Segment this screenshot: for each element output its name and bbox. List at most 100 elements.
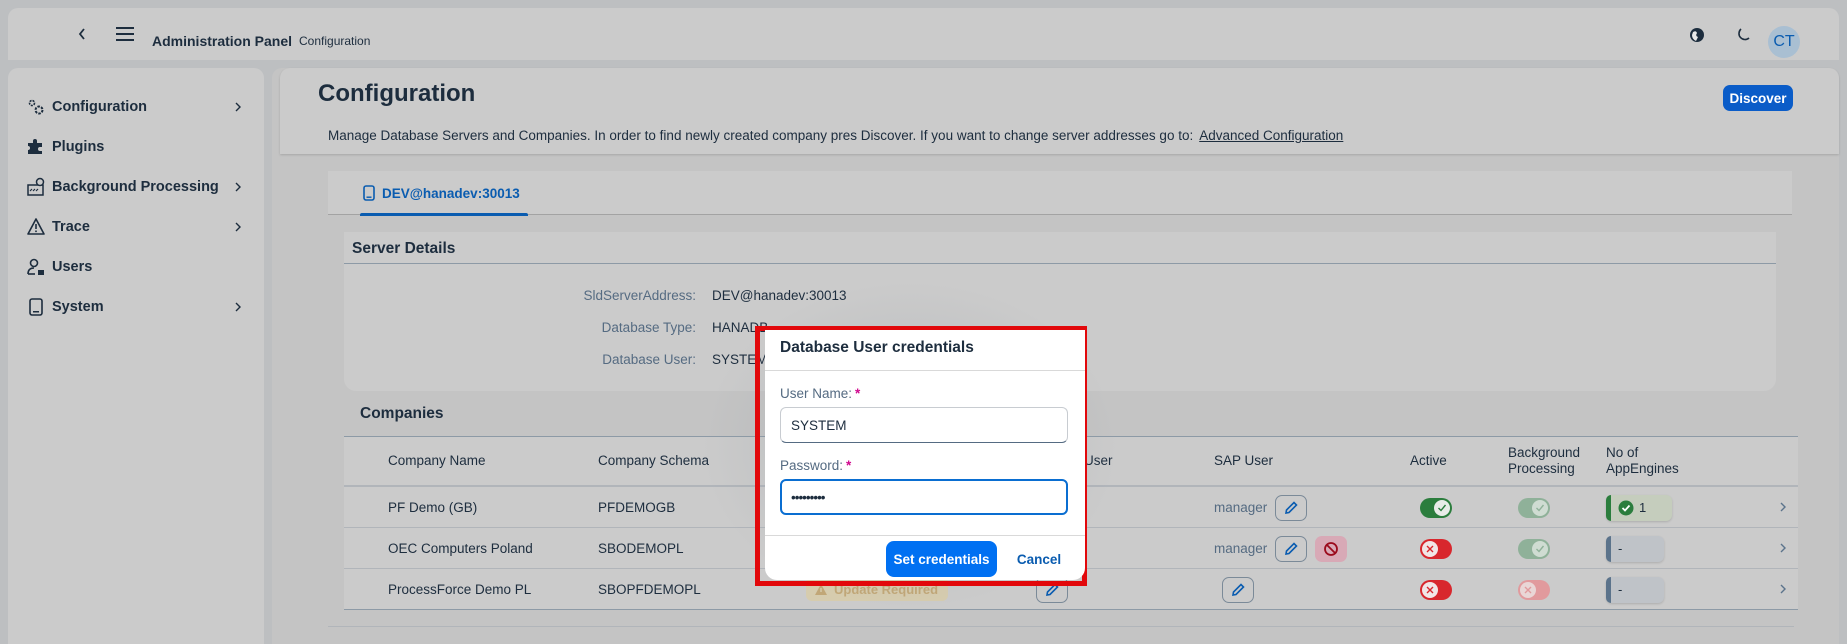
active-cell bbox=[1420, 528, 1452, 569]
background-cell bbox=[1518, 569, 1550, 610]
edit-sap-user-button[interactable] bbox=[1275, 494, 1308, 521]
sidebar-item-label: System bbox=[52, 299, 104, 315]
sidebar-item-label: Plugins bbox=[52, 139, 105, 155]
appengines-count: - bbox=[1618, 541, 1623, 556]
edit-sap-user-button[interactable] bbox=[1275, 535, 1308, 562]
active-switch[interactable] bbox=[1420, 538, 1452, 559]
chevron-right-icon bbox=[1778, 501, 1788, 513]
column-header-company-name: Company Name bbox=[388, 453, 486, 468]
theme-toggle-button[interactable] bbox=[1732, 24, 1754, 46]
hamburger-menu-icon bbox=[116, 27, 134, 41]
check-icon bbox=[1438, 504, 1447, 512]
chevron-right-icon bbox=[232, 300, 244, 314]
background-process-icon bbox=[26, 177, 46, 197]
cross-icon bbox=[1426, 545, 1434, 552]
sidebar-item-users[interactable]: Users bbox=[26, 252, 254, 282]
username-input[interactable] bbox=[780, 407, 1068, 443]
column-header-user: User bbox=[1084, 453, 1113, 468]
companies-title: Companies bbox=[360, 405, 444, 422]
sidebar-item-label: Configuration bbox=[52, 99, 148, 115]
field-label: SldServerAddress: bbox=[583, 288, 696, 303]
chevron-right-icon bbox=[1778, 542, 1788, 554]
active-switch[interactable] bbox=[1420, 579, 1452, 600]
language-button[interactable] bbox=[1686, 24, 1708, 46]
advanced-configuration-link[interactable]: Advanced Configuration bbox=[1199, 128, 1343, 143]
warning-triangle-icon bbox=[26, 217, 46, 237]
page-description: Manage Database Servers and Companies. I… bbox=[328, 128, 1343, 143]
discover-button[interactable]: Discover bbox=[1723, 85, 1793, 111]
server-tabbar: DEV@hanadev:30013 bbox=[328, 171, 1792, 216]
sap-user: manager bbox=[1214, 500, 1268, 515]
app-subtitle: Configuration bbox=[299, 34, 371, 48]
success-check-icon bbox=[1618, 500, 1634, 515]
globe-icon bbox=[1690, 28, 1704, 42]
check-icon bbox=[1536, 545, 1545, 553]
background-cell bbox=[1518, 487, 1550, 528]
chevron-right-icon bbox=[1778, 583, 1788, 595]
company-schema: SBOPFDEMOPL bbox=[598, 582, 701, 597]
pencil-icon bbox=[1285, 500, 1298, 514]
chevron-right-icon bbox=[232, 220, 244, 234]
background-processing-switch[interactable] bbox=[1518, 579, 1550, 600]
device-icon bbox=[363, 185, 375, 201]
field-label: Database Type: bbox=[601, 320, 696, 335]
password-input[interactable] bbox=[780, 479, 1068, 515]
active-cell bbox=[1420, 569, 1452, 610]
chevron-right-icon bbox=[232, 180, 244, 194]
device-icon bbox=[26, 297, 46, 317]
edit-sap-user-button[interactable] bbox=[1222, 576, 1254, 603]
remove-sap-user-button[interactable] bbox=[1315, 535, 1348, 562]
set-credentials-button[interactable]: Set credentials bbox=[886, 541, 997, 577]
menu-button[interactable] bbox=[114, 24, 136, 44]
company-name: PF Demo (GB) bbox=[388, 500, 478, 515]
background-cell bbox=[1518, 528, 1550, 569]
tab-server[interactable]: DEV@hanadev:30013 bbox=[360, 171, 528, 216]
credentials-dialog: Database User credentials User Name:* Pa… bbox=[765, 330, 1085, 580]
dialog-header-divider bbox=[765, 370, 1085, 371]
sidebar-item-system[interactable]: System bbox=[26, 292, 254, 322]
pencil-icon bbox=[1285, 541, 1298, 555]
sidebar-item-background-processing[interactable]: Background Processing bbox=[26, 172, 254, 202]
tab-label: DEV@hanadev:30013 bbox=[382, 185, 520, 201]
sidebar-item-plugins[interactable]: Plugins bbox=[26, 132, 254, 162]
user-avatar[interactable]: CT bbox=[1768, 26, 1800, 58]
appengines-cell: - bbox=[1606, 569, 1664, 610]
column-header-sap-user: SAP User bbox=[1214, 453, 1274, 468]
field-value: DEV@hanadev:30013 bbox=[712, 288, 847, 303]
sidebar-item-label: Users bbox=[52, 259, 93, 275]
column-header-background-processing: Background Processing bbox=[1508, 445, 1581, 476]
sidebar-item-trace[interactable]: Trace bbox=[26, 212, 254, 242]
table-footer-divider bbox=[328, 626, 1794, 627]
back-button[interactable] bbox=[72, 24, 92, 44]
block-icon bbox=[1324, 541, 1339, 556]
sap-user-cell bbox=[1214, 569, 1254, 610]
column-header-active: Active bbox=[1410, 453, 1447, 468]
password-label: Password: * bbox=[780, 458, 851, 473]
column-header-company-schema: Company Schema bbox=[598, 453, 710, 468]
company-name: ProcessForce Demo PL bbox=[388, 582, 532, 597]
shell-bar: Administration Panel Configuration CT bbox=[8, 8, 1839, 60]
sidebar-item-label: Background Processing bbox=[52, 179, 219, 195]
description-text: Manage Database Servers and Companies. I… bbox=[328, 128, 1194, 143]
cancel-button[interactable]: Cancel bbox=[1007, 541, 1071, 577]
sidebar-item-configuration[interactable]: Configuration bbox=[26, 92, 254, 122]
server-details-title: Server Details bbox=[352, 240, 456, 257]
moon-icon bbox=[1738, 28, 1750, 41]
sap-user: manager bbox=[1214, 541, 1268, 556]
appengines-badge: 1 bbox=[1606, 494, 1672, 521]
cross-icon bbox=[1524, 586, 1532, 593]
background-processing-switch[interactable] bbox=[1518, 497, 1550, 518]
required-indicator: * bbox=[846, 458, 852, 473]
company-name: OEC Computers Poland bbox=[388, 541, 533, 556]
appengines-badge: - bbox=[1606, 576, 1664, 603]
user-list-icon bbox=[26, 257, 46, 277]
chevron-right-icon bbox=[232, 100, 244, 114]
server-details-header: Server Details bbox=[344, 232, 1776, 264]
app-title: Administration Panel bbox=[152, 33, 293, 49]
appengines-cell: 1 bbox=[1606, 487, 1672, 528]
active-switch[interactable] bbox=[1420, 497, 1452, 518]
sidebar-item-label: Trace bbox=[52, 219, 90, 235]
appengines-cell: - bbox=[1606, 528, 1664, 569]
background-processing-switch[interactable] bbox=[1518, 538, 1550, 559]
required-indicator: * bbox=[855, 386, 861, 401]
